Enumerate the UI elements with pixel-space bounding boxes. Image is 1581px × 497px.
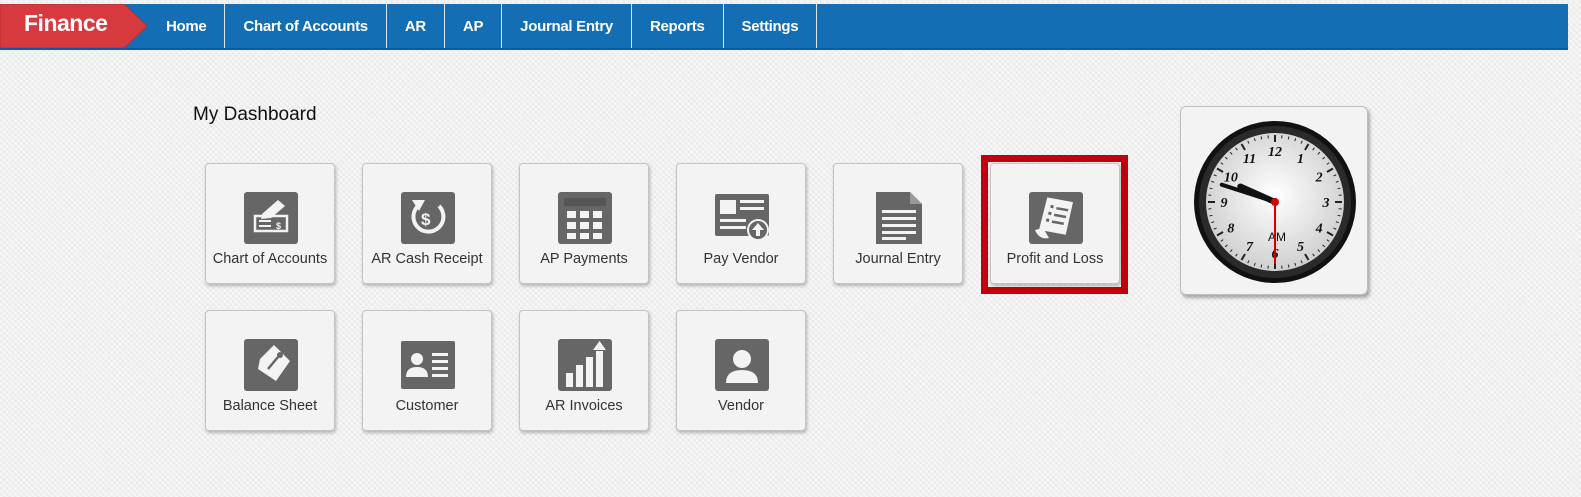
- tile-ar-invoices[interactable]: AR Invoices: [519, 310, 649, 431]
- tile-ar-cash-receipt[interactable]: $ AR Cash Receipt: [362, 163, 492, 284]
- main-nav: Home Chart of Accounts AR AP Journal Ent…: [148, 4, 818, 48]
- tile-label: AR Cash Receipt: [371, 251, 483, 267]
- nav-ar[interactable]: AR: [387, 4, 445, 48]
- clock-numeral: 2: [1315, 171, 1323, 186]
- clock-tick: [1260, 264, 1263, 268]
- tile-label: Vendor: [718, 398, 764, 414]
- selection-highlight: [981, 155, 1128, 294]
- clock-numeral: 9: [1221, 196, 1228, 211]
- nav-settings[interactable]: Settings: [724, 4, 818, 48]
- clock-tick: [1209, 214, 1213, 217]
- document-upload-icon: [715, 194, 769, 241]
- check-icon: $: [244, 192, 298, 244]
- clock-numeral: 3: [1322, 196, 1330, 211]
- clock-tick: [1287, 136, 1290, 140]
- tile-label: AP Payments: [540, 251, 628, 267]
- tile-label: Customer: [395, 398, 459, 414]
- clock-tick: [1337, 187, 1341, 190]
- tag-icon: [244, 339, 298, 391]
- svg-text:$: $: [276, 221, 281, 231]
- brand-logo[interactable]: Finance: [0, 4, 150, 48]
- svg-text:$: $: [421, 210, 431, 229]
- clock-numeral: 4: [1315, 222, 1323, 237]
- nav-ap[interactable]: AP: [445, 4, 503, 48]
- tile-label: Balance Sheet: [222, 398, 318, 414]
- tile-label: Pay Vendor: [703, 251, 779, 267]
- clock-numeral: 1: [1297, 152, 1304, 167]
- clock-center: [1271, 198, 1279, 206]
- clock-numeral: 11: [1243, 152, 1256, 167]
- clock-numeral: 7: [1246, 240, 1254, 255]
- top-nav-bar: Finance Home Chart of Accounts AR AP Jou…: [0, 4, 1568, 50]
- nav-reports[interactable]: Reports: [632, 4, 724, 48]
- tile-ap-payments[interactable]: AP Payments: [519, 163, 649, 284]
- clock-tick: [1287, 264, 1290, 268]
- clock-widget: 121234567891011 AM: [1180, 106, 1368, 295]
- brand-label: Finance: [24, 10, 108, 36]
- nav-home[interactable]: Home: [148, 4, 226, 48]
- tile-label: Chart of Accounts: [212, 251, 328, 267]
- clock-numeral: 5: [1297, 240, 1304, 255]
- document-icon: [876, 192, 922, 244]
- analog-clock: 121234567891011 AM: [1194, 121, 1356, 283]
- tile-label: AR Invoices: [545, 398, 623, 414]
- grid-icon: [558, 192, 612, 244]
- nav-chart-of-accounts[interactable]: Chart of Accounts: [225, 4, 387, 48]
- tile-journal-entry[interactable]: Journal Entry: [833, 163, 963, 284]
- page-title: My Dashboard: [193, 104, 317, 125]
- dollar-refresh-icon: $: [401, 192, 455, 244]
- clock-tick: [1260, 136, 1263, 140]
- bar-chart-icon: [558, 339, 612, 391]
- nav-journal-entry[interactable]: Journal Entry: [502, 4, 632, 48]
- tile-chart-of-accounts[interactable]: $ Chart of Accounts: [205, 163, 335, 284]
- clock-period: AM: [1268, 230, 1286, 244]
- tile-balance-sheet[interactable]: Balance Sheet: [205, 310, 335, 431]
- clock-numeral: 8: [1227, 222, 1234, 237]
- clock-numeral: 10: [1224, 171, 1238, 186]
- user-icon: [715, 339, 769, 391]
- tile-vendor[interactable]: Vendor: [676, 310, 806, 431]
- clock-tick: [1209, 187, 1213, 190]
- clock-numeral: 12: [1268, 145, 1282, 160]
- tile-customer[interactable]: Customer: [362, 310, 492, 431]
- id-card-icon: [401, 341, 455, 389]
- tile-pay-vendor[interactable]: Pay Vendor: [676, 163, 806, 284]
- tile-label: Journal Entry: [855, 251, 941, 267]
- clock-tick: [1337, 214, 1341, 217]
